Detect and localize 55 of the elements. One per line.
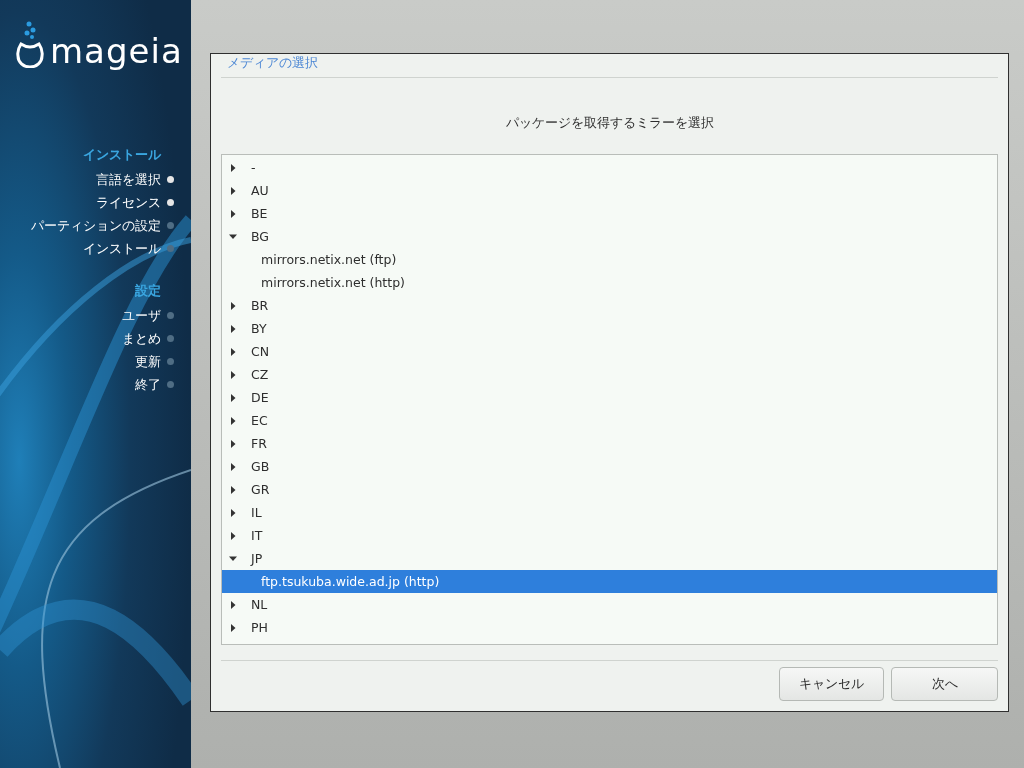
cauldron-icon <box>16 20 44 68</box>
tree-item[interactable]: BY <box>222 317 997 340</box>
expander-down-icon[interactable] <box>229 232 237 241</box>
expander-right-icon[interactable] <box>229 485 237 494</box>
step-label: ライセンス <box>96 193 161 212</box>
tree-item[interactable]: JP <box>222 547 997 570</box>
tree-item[interactable]: PH <box>222 616 997 639</box>
tree-item[interactable]: EC <box>222 409 997 432</box>
expander-right-icon[interactable] <box>229 186 237 195</box>
tree-item[interactable]: BG <box>222 225 997 248</box>
tree-item[interactable]: CN <box>222 340 997 363</box>
tree-item[interactable]: GB <box>222 455 997 478</box>
expander-right-icon[interactable] <box>229 531 237 540</box>
tree-item[interactable]: AU <box>222 179 997 202</box>
step-label: 終了 <box>135 375 161 394</box>
expander-right-icon[interactable] <box>229 347 237 356</box>
expander-right-icon[interactable] <box>229 301 237 310</box>
cancel-button[interactable]: キャンセル <box>779 667 884 701</box>
step-label: まとめ <box>122 329 161 348</box>
tree-item[interactable]: FR <box>222 432 997 455</box>
expander-right-icon[interactable] <box>229 393 237 402</box>
tree-item[interactable]: BE <box>222 202 997 225</box>
step-label: パーティションの設定 <box>31 216 161 235</box>
expander-right-icon[interactable] <box>229 416 237 425</box>
step-label: 言語を選択 <box>96 170 161 189</box>
tree-item[interactable]: mirrors.netix.net (ftp) <box>222 248 997 271</box>
tree-item[interactable]: BR <box>222 294 997 317</box>
tree-item[interactable]: IT <box>222 524 997 547</box>
tree-item[interactable]: DE <box>222 386 997 409</box>
expander-right-icon[interactable] <box>229 462 237 471</box>
expander-right-icon[interactable] <box>229 370 237 379</box>
expander-right-icon[interactable] <box>229 439 237 448</box>
section-title: 設定 <box>135 282 161 300</box>
tree-item[interactable]: mirrors.netix.net (http) <box>222 271 997 294</box>
tree-item[interactable]: ftp.tsukuba.wide.ad.jp (http) <box>222 570 997 593</box>
step-label: ユーザ <box>122 306 161 325</box>
tree-item[interactable]: CZ <box>222 363 997 386</box>
step-label: 更新 <box>135 352 161 371</box>
expander-right-icon[interactable] <box>229 508 237 517</box>
tree-item[interactable]: NL <box>222 593 997 616</box>
expander-right-icon[interactable] <box>229 209 237 218</box>
expander-down-icon[interactable] <box>229 554 237 563</box>
expander-right-icon[interactable] <box>229 600 237 609</box>
section-title: インストール <box>83 146 161 164</box>
prompt-text: パッケージを取得するミラーを選択 <box>504 114 715 132</box>
next-button[interactable]: 次へ <box>891 667 998 701</box>
step-label: インストール <box>83 239 161 258</box>
expander-right-icon[interactable] <box>229 163 237 172</box>
logo-text: mageia <box>50 34 183 68</box>
tree-item[interactable]: - <box>222 156 997 179</box>
tree-item[interactable]: GR <box>222 478 997 501</box>
expander-right-icon[interactable] <box>229 324 237 333</box>
dialog-title: メディアの選択 <box>221 55 998 78</box>
tree-item[interactable]: IL <box>222 501 997 524</box>
expander-right-icon[interactable] <box>229 623 237 632</box>
